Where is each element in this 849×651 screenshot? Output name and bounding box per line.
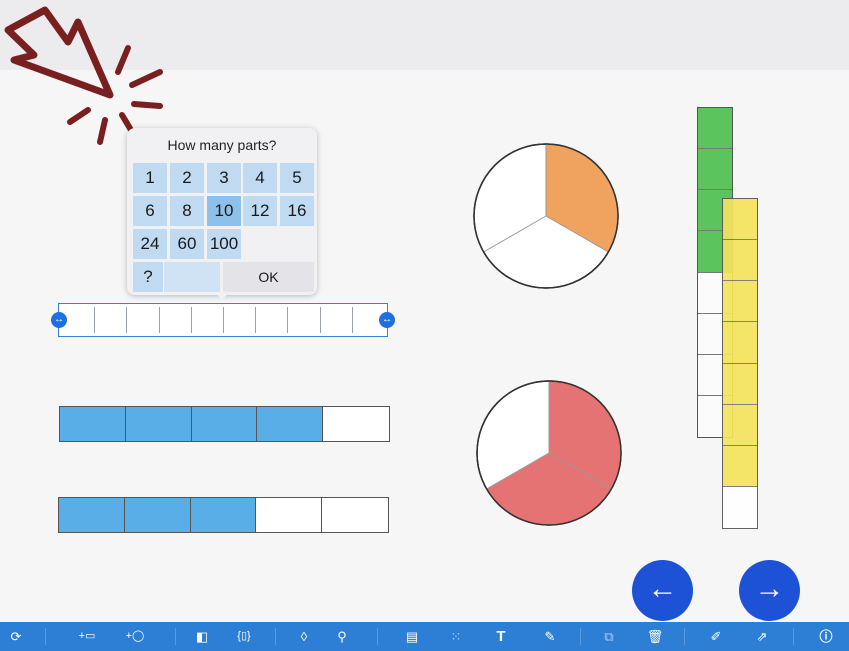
parts-option[interactable]: 4	[243, 163, 277, 193]
custom-parts-input[interactable]	[164, 262, 220, 292]
strip-cell[interactable]	[256, 307, 289, 333]
parts-option[interactable]: 6	[133, 196, 167, 226]
parts-option[interactable]: 5	[280, 163, 314, 193]
bar-segment[interactable]	[125, 407, 192, 441]
parts-option[interactable]: 10	[207, 196, 241, 226]
parts-option[interactable]: 16	[280, 196, 314, 226]
bar-segment[interactable]	[59, 498, 125, 532]
strip-cell[interactable]	[160, 307, 192, 333]
stack-block[interactable]	[723, 322, 757, 364]
grid-icon[interactable]: ⁙	[444, 622, 468, 651]
popup-tail	[215, 292, 229, 300]
bar-segment[interactable]	[124, 498, 191, 532]
parts-popup: How many parts? 1 2 3 4 5 6 8 10 12 16 24 60 100? OK	[127, 128, 317, 300]
fraction-stack[interactable]	[722, 198, 758, 529]
back-button[interactable]: ←	[632, 560, 693, 621]
parts-option[interactable]: 24	[133, 229, 167, 259]
stack-block[interactable]	[723, 363, 757, 405]
add-bar-icon[interactable]: +▭	[72, 622, 102, 651]
stack-block[interactable]	[723, 199, 757, 241]
stack-block[interactable]	[723, 486, 757, 528]
fraction-bar[interactable]	[59, 406, 390, 442]
text-icon[interactable]: T	[489, 622, 513, 651]
parts-option[interactable]: 2	[170, 163, 204, 193]
bottom-toolbar: ⟳ +▭ +◯ ◧ {▯} ◊ ⚲ ▤ ⁙ T ✎ ⧉ 🗑 ✐ ⇗ ⓘ	[0, 622, 849, 651]
pen-icon[interactable]: ✎	[538, 622, 562, 651]
strip-cell[interactable]	[127, 307, 160, 333]
arrow-left-icon: ←	[647, 572, 678, 605]
bar-segment[interactable]	[256, 498, 323, 532]
fraction-strip[interactable]	[58, 303, 388, 337]
parts-option[interactable]: 100	[207, 229, 241, 259]
table-icon[interactable]: ▤	[400, 622, 424, 651]
parts-option[interactable]: 8	[170, 196, 204, 226]
stack-block[interactable]	[723, 281, 757, 323]
stack-block[interactable]	[723, 240, 757, 282]
stack-block[interactable]	[698, 108, 732, 150]
strip-left-handle-icon[interactable]: ↔	[51, 312, 67, 328]
bar-segment[interactable]	[60, 407, 126, 441]
custom-parts-label: ?	[133, 262, 163, 292]
parts-option[interactable]: 1	[133, 163, 167, 193]
fraction-circle[interactable]	[470, 143, 622, 295]
forward-button[interactable]: →	[739, 560, 800, 621]
strip-cell[interactable]	[288, 307, 321, 333]
share-icon[interactable]: ⇗	[750, 622, 774, 651]
parts-option[interactable]: 3	[207, 163, 241, 193]
zoom-icon[interactable]: ⚲	[330, 622, 354, 651]
fraction-icon[interactable]: ◧	[190, 622, 214, 651]
bar-segment[interactable]	[257, 407, 324, 441]
add-circle-icon[interactable]: +◯	[120, 622, 150, 651]
bar-segment[interactable]	[322, 498, 388, 532]
ok-button[interactable]: OK	[223, 262, 314, 292]
fraction-bar[interactable]	[58, 497, 389, 533]
info-icon[interactable]: ⓘ	[814, 622, 838, 651]
bar-segment[interactable]	[191, 407, 258, 441]
strip-right-handle-icon[interactable]: ↔	[379, 312, 395, 328]
stack-block[interactable]	[723, 404, 757, 446]
strip-cell[interactable]	[224, 307, 257, 333]
strip-cell[interactable]	[321, 307, 353, 333]
bar-segment[interactable]	[190, 498, 257, 532]
parts-option[interactable]: 60	[170, 229, 204, 259]
bar-segment[interactable]	[323, 407, 389, 441]
parts-option[interactable]: 12	[243, 196, 277, 226]
strip-cell[interactable]	[192, 307, 224, 333]
brackets-icon[interactable]: {▯}	[232, 622, 256, 651]
duplicate-icon[interactable]: ⧉	[597, 622, 621, 651]
stack-block[interactable]	[723, 445, 757, 487]
fill-icon[interactable]: ◊	[292, 622, 316, 651]
arrow-right-icon: →	[754, 572, 785, 605]
popup-title: How many parts?	[167, 137, 277, 153]
strip-cell[interactable]	[95, 307, 128, 333]
refresh-icon[interactable]: ⟳	[4, 622, 28, 651]
trash-icon[interactable]: 🗑	[643, 622, 667, 651]
fraction-circle[interactable]	[473, 380, 625, 532]
stack-block[interactable]	[698, 149, 732, 191]
strip-cell[interactable]	[63, 307, 96, 333]
settings-icon[interactable]: ✐	[704, 622, 728, 651]
